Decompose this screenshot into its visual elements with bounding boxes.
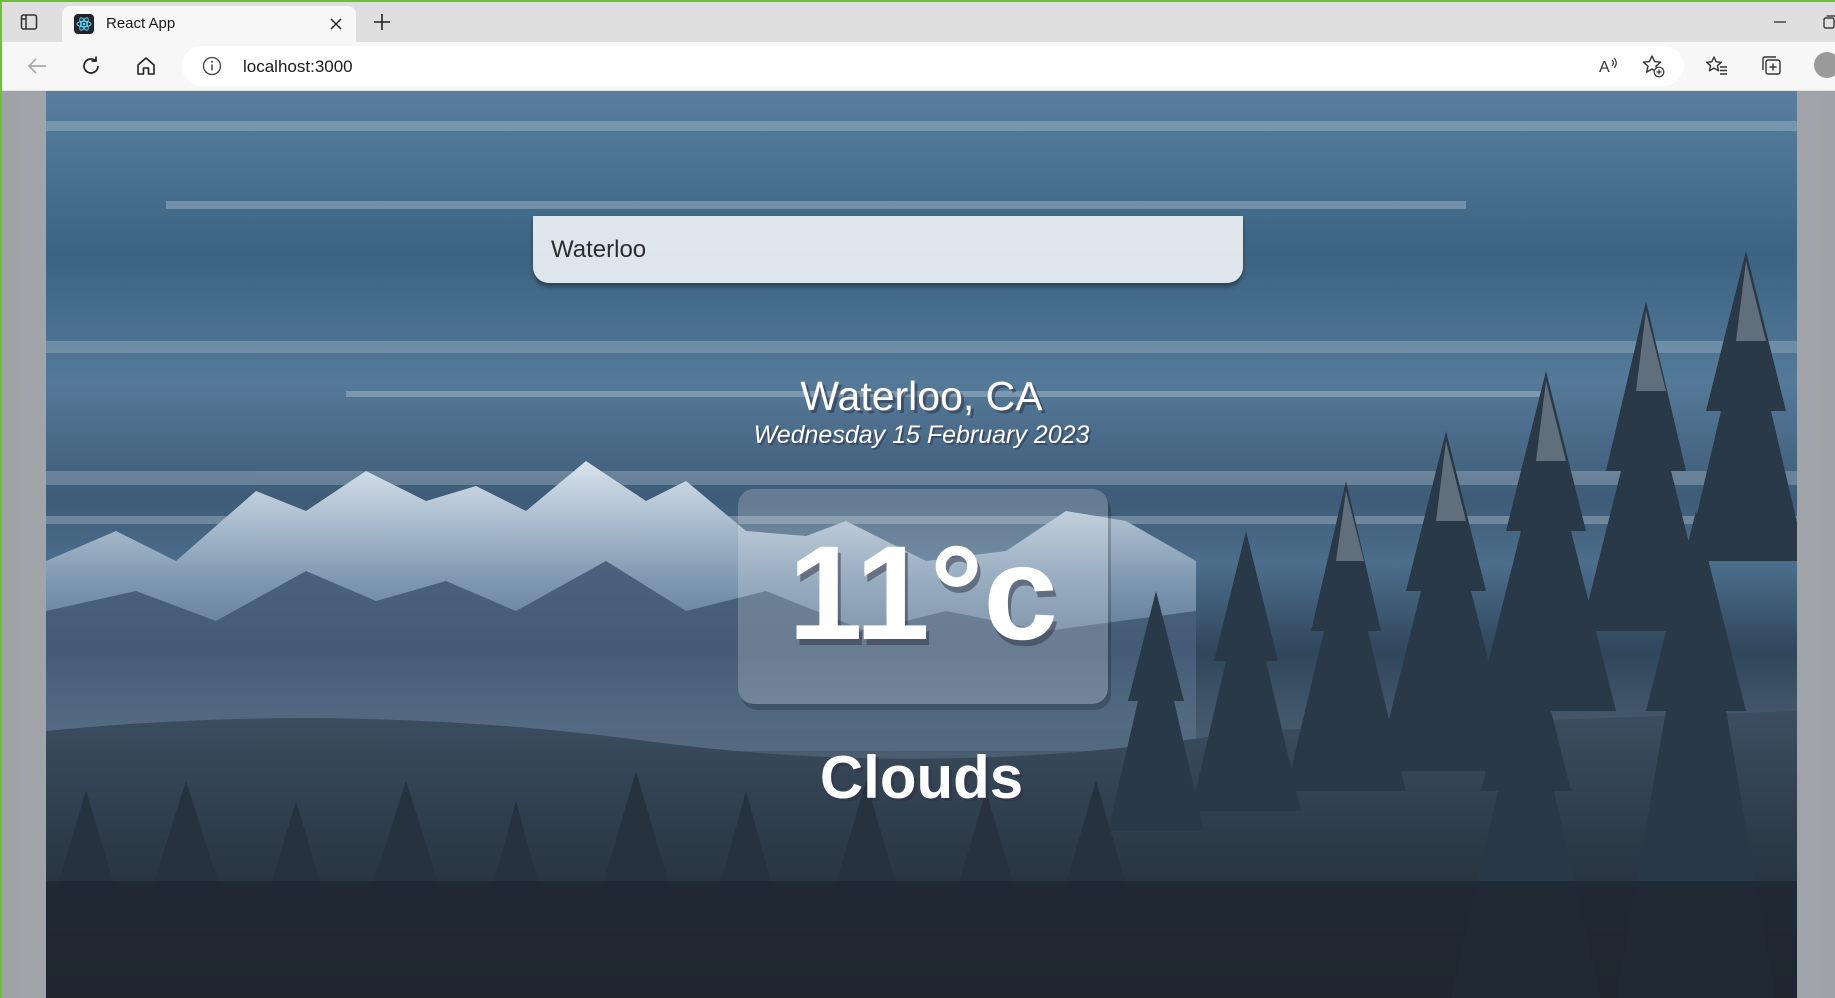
temperature-box: 11°c bbox=[738, 489, 1108, 704]
location-label: Waterloo, CA bbox=[800, 373, 1043, 419]
page-viewport: Waterloo, CA Wednesday 15 February 2023 … bbox=[2, 91, 1835, 998]
address-url[interactable]: localhost:3000 bbox=[243, 57, 353, 77]
react-logo-icon bbox=[74, 14, 94, 34]
weather-app: Waterloo, CA Wednesday 15 February 2023 … bbox=[46, 91, 1797, 998]
tab-actions-icon[interactable] bbox=[16, 10, 42, 34]
browser-toolbar: localhost:3000 A bbox=[2, 42, 1835, 91]
plus-icon[interactable] bbox=[368, 8, 396, 36]
tab-title: React App bbox=[106, 15, 176, 32]
avatar[interactable] bbox=[1814, 52, 1835, 78]
restore-icon[interactable] bbox=[1818, 10, 1835, 34]
tab-strip: React App bbox=[2, 2, 1835, 42]
temperature-value: 11°c bbox=[788, 519, 1058, 668]
weather-condition: Clouds bbox=[819, 744, 1024, 811]
home-icon[interactable] bbox=[131, 51, 161, 81]
date-label: Wednesday 15 February 2023 bbox=[753, 421, 1090, 449]
collections-icon[interactable] bbox=[1757, 51, 1787, 81]
browser-window: React App localhost:3000 A Waterloo Wate… bbox=[0, 0, 1835, 998]
favorites-icon[interactable] bbox=[1702, 51, 1732, 81]
back-arrow-icon[interactable] bbox=[22, 51, 52, 81]
info-icon[interactable] bbox=[202, 56, 222, 76]
address-bar[interactable]: localhost:3000 A bbox=[182, 46, 1684, 86]
add-favorite-icon[interactable] bbox=[1640, 53, 1666, 79]
read-aloud-icon[interactable]: A bbox=[1595, 53, 1621, 79]
minimize-icon[interactable] bbox=[1766, 10, 1794, 34]
tab-react-app[interactable]: React App bbox=[62, 6, 356, 42]
svg-text:A: A bbox=[1599, 59, 1610, 76]
close-icon[interactable] bbox=[324, 12, 348, 36]
search-input[interactable] bbox=[533, 216, 1243, 283]
refresh-icon[interactable] bbox=[76, 51, 106, 81]
